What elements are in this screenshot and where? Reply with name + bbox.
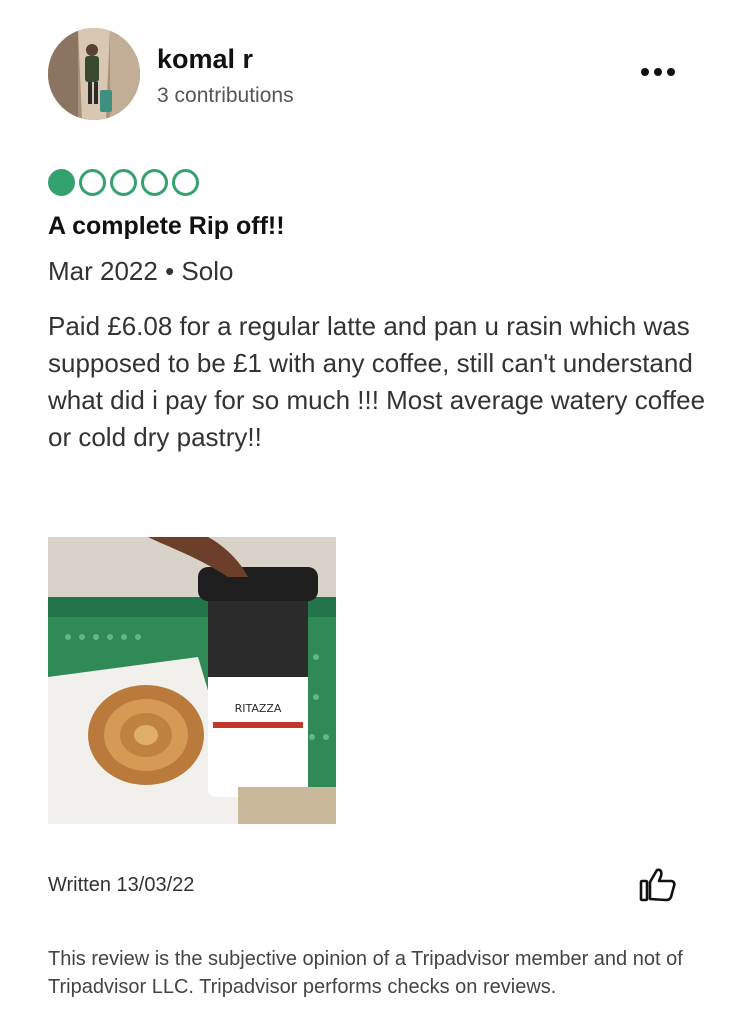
review-text: Paid £6.08 for a regular latte and pan u… xyxy=(48,311,706,452)
more-horizontal-icon xyxy=(641,68,675,76)
rating-bubble-empty xyxy=(172,169,199,196)
rating-bubble-filled xyxy=(48,169,75,196)
review-meta: Mar 2022 • Solo xyxy=(48,256,234,286)
review-disclaimer: This review is the subjective opinion of… xyxy=(48,948,683,998)
rating-bubble-empty xyxy=(79,169,106,196)
avatar-image xyxy=(48,28,140,120)
rating-bubble-empty xyxy=(141,169,168,196)
review-photo[interactable]: RITAZZA xyxy=(48,537,336,824)
reviewer-name[interactable]: komal r xyxy=(157,44,253,75)
rating-bubble-empty xyxy=(110,169,137,196)
written-date: Written 13/03/22 xyxy=(48,874,195,896)
review-title: A complete Rip off!! xyxy=(48,212,285,240)
more-options-button[interactable] xyxy=(636,58,680,86)
cup-brand-text: RITAZZA xyxy=(235,702,282,715)
like-button[interactable] xyxy=(638,866,678,904)
contribution-count: 3 contributions xyxy=(157,84,294,107)
rating-bubbles xyxy=(48,169,199,196)
thumbs-up-icon xyxy=(639,868,676,902)
review-photo-image: RITAZZA xyxy=(48,537,336,824)
avatar[interactable] xyxy=(48,28,140,120)
